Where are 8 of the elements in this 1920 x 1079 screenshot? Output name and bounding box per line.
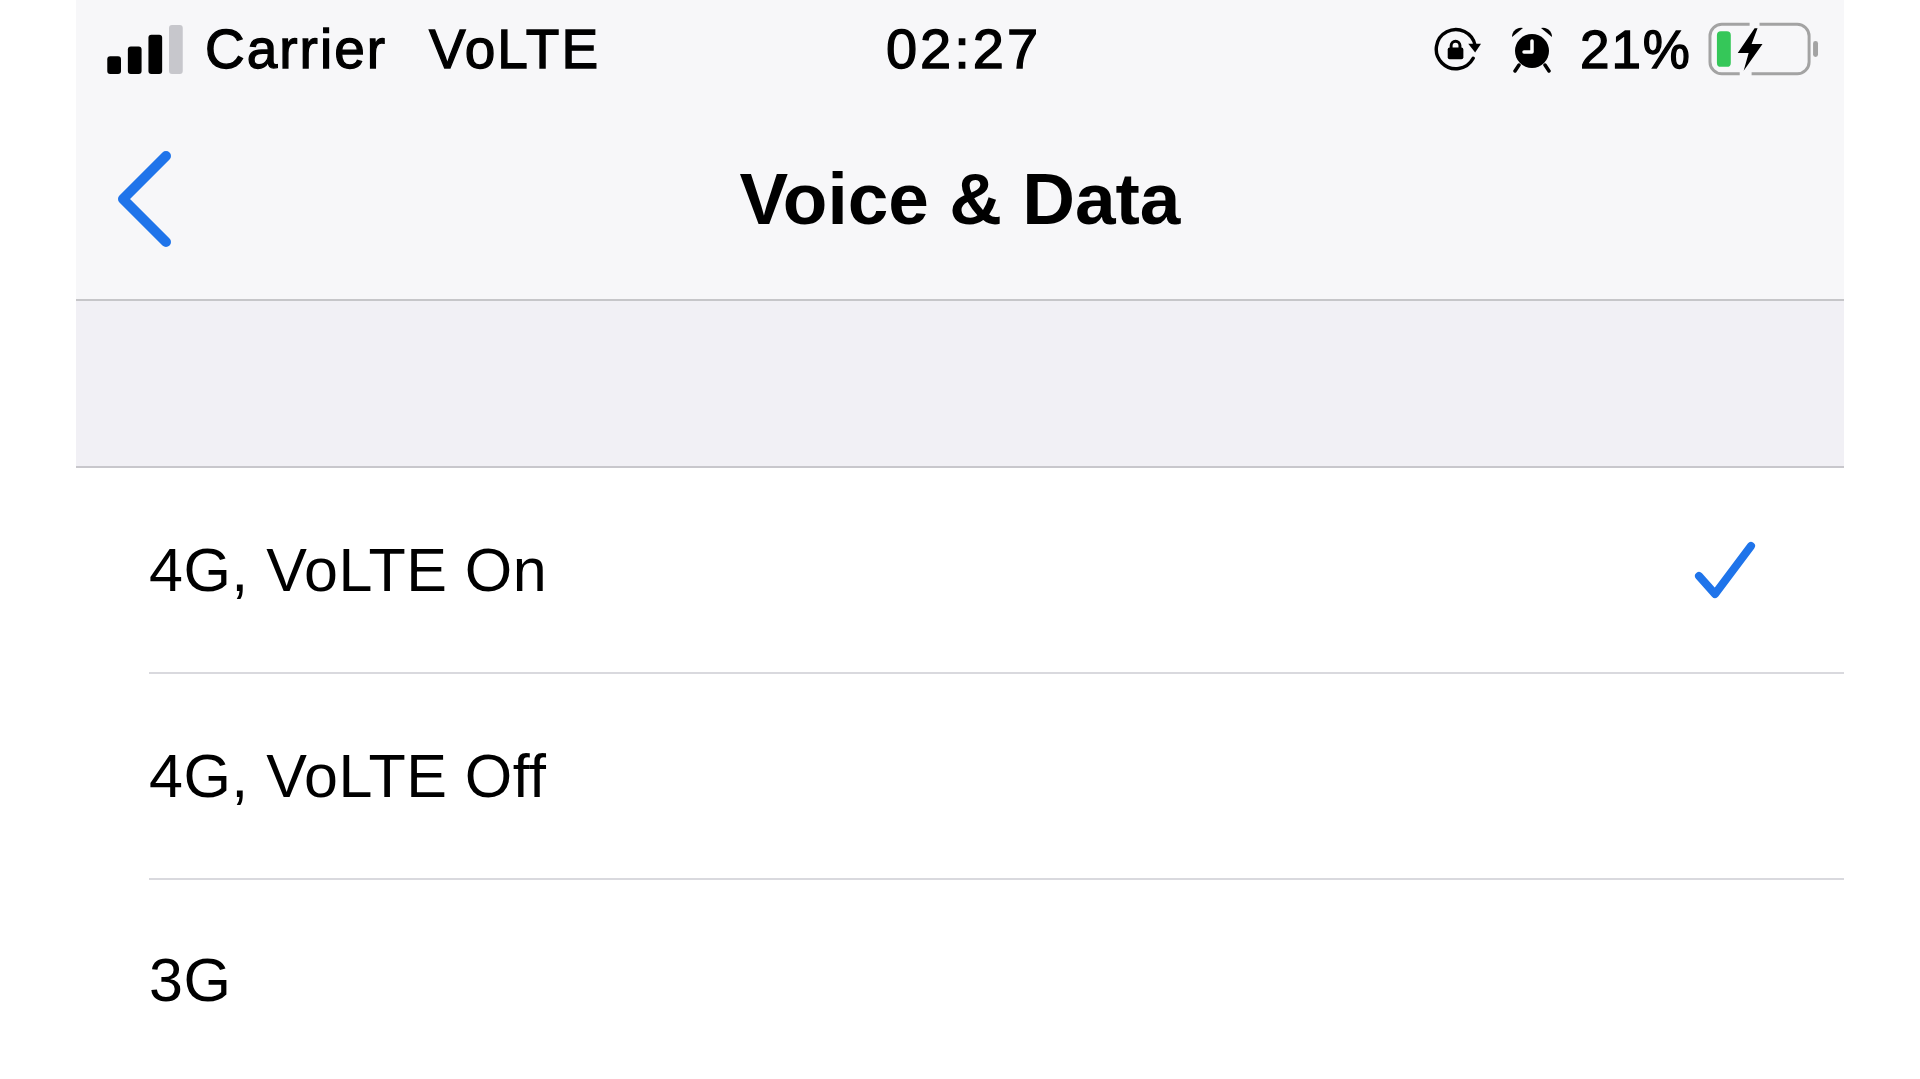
signal-bars-icon (107, 24, 184, 74)
status-time: 02:27 (885, 21, 1042, 77)
battery-percentage: 21% (1579, 22, 1692, 76)
rotation-lock-icon (1432, 25, 1482, 73)
network-type: VoLTE (429, 21, 601, 77)
battery-charging-icon (1708, 22, 1820, 76)
page-title: Voice & Data (739, 162, 1181, 235)
carrier-name: Carrier (205, 21, 388, 77)
